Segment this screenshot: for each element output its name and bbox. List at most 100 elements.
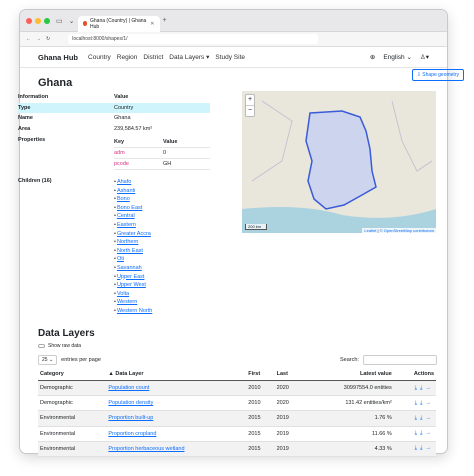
col-latest-value[interactable]: Latest value: [302, 368, 394, 381]
row-actions[interactable]: ⤓⤓→: [393, 441, 436, 457]
cell-category: Demographic: [38, 380, 107, 397]
osm-link[interactable]: © OpenStreetMap contributors: [380, 228, 434, 233]
data-layers-title: Data Layers: [38, 328, 95, 339]
nav-region[interactable]: Region: [117, 54, 138, 61]
url-field[interactable]: localhost:8000/shapes/1/: [68, 34, 319, 44]
col-actions: Actions: [393, 368, 436, 381]
value-header: Value: [114, 94, 129, 101]
cell-latest-value: 1.76 %: [302, 410, 394, 427]
nav-data-layers-label: Data Layers: [169, 54, 205, 61]
raw-data-switch[interactable]: [38, 344, 45, 348]
prop-key-header: Key: [114, 136, 164, 148]
language-label: English: [383, 54, 405, 61]
cell-layer-link[interactable]: Population density: [106, 395, 247, 412]
row-actions[interactable]: ⤓⤓→: [393, 380, 436, 397]
col-category[interactable]: Category: [38, 368, 107, 381]
cell-first: 2015: [246, 441, 275, 457]
cell-layer-link[interactable]: Proportion cropland: [106, 426, 247, 442]
nav-study-site[interactable]: Study Site: [215, 54, 245, 61]
row-actions[interactable]: ⤓⤓→: [393, 395, 436, 412]
zoom-out-button[interactable]: −: [246, 106, 254, 116]
minimize-window-icon[interactable]: [35, 17, 41, 24]
tab-list-icon[interactable]: ⌄: [69, 17, 75, 25]
sidebar-toggle-icon[interactable]: ▭: [56, 17, 63, 25]
cell-first: 2015: [246, 426, 275, 442]
child-link[interactable]: Ahafo: [114, 178, 210, 187]
favicon-icon: [82, 21, 87, 26]
info-table: Information Value Type Country Name Ghana A…: [18, 92, 210, 318]
prop-key: pcode: [114, 158, 164, 170]
nav-district[interactable]: District: [143, 54, 163, 61]
info-header: Information: [18, 94, 49, 101]
page-size-select[interactable]: 25 ⌄: [38, 355, 58, 365]
maximize-window-icon[interactable]: [44, 17, 50, 24]
child-link[interactable]: Central: [114, 212, 210, 221]
cell-layer-link[interactable]: Population count: [106, 380, 247, 397]
col-last[interactable]: Last: [274, 368, 303, 381]
info-value: Country: [114, 102, 210, 114]
cell-latest-value: 4.33 %: [302, 441, 394, 457]
nav-data-layers[interactable]: Data Layers ▾: [169, 53, 209, 61]
cell-first: 2015: [246, 410, 275, 427]
address-bar-row: ← → ↻ localhost:8000/shapes/1/: [20, 32, 447, 47]
data-layers-table: Category ▲ Data Layer First Last Latest …: [38, 368, 436, 457]
cell-latest-value: 30997554.0 entities: [302, 380, 394, 397]
raw-data-toggle-row: Show raw data: [38, 343, 81, 349]
cell-last: 2019: [274, 441, 303, 457]
child-link[interactable]: Northern: [114, 238, 210, 247]
site-navbar: Ghana Hub Country Region District Data L…: [20, 47, 447, 68]
properties-label: Properties: [18, 136, 46, 143]
browser-titlebar: ▭ ⌄ Ghana (Country) | Ghana Hub ✕ +: [20, 10, 447, 32]
table-row: Environmental Proportion cropland 2015 2…: [38, 426, 436, 442]
child-link[interactable]: Volta: [114, 290, 210, 299]
row-actions[interactable]: ⤓⤓→: [393, 426, 436, 442]
child-link[interactable]: Greater Accra: [114, 230, 210, 239]
back-icon[interactable]: ←: [26, 36, 31, 42]
shape-geometry-button[interactable]: ⇩ Shape geometry: [411, 69, 464, 81]
row-actions[interactable]: ⤓⤓→: [393, 410, 436, 427]
table-row: Demographic Population density 2010 2020…: [38, 395, 436, 412]
new-tab-icon[interactable]: +: [163, 17, 167, 24]
tab-title: Ghana (Country) | Ghana Hub: [90, 17, 147, 30]
forward-icon[interactable]: →: [36, 36, 41, 42]
map-scale: 200 km: [245, 224, 267, 230]
reload-icon[interactable]: ↻: [46, 36, 50, 42]
child-link[interactable]: Western North: [114, 307, 210, 316]
search-input[interactable]: [362, 355, 437, 365]
cell-last: 2019: [274, 410, 303, 427]
cell-latest-value: 11.66 %: [302, 426, 394, 442]
col-data-layer[interactable]: ▲ Data Layer: [106, 368, 247, 381]
language-select[interactable]: English ⌄: [383, 53, 412, 61]
child-link[interactable]: North East: [114, 247, 210, 256]
prop-value: 0: [163, 147, 210, 159]
child-link[interactable]: Oti: [114, 255, 210, 264]
map-canvas[interactable]: [242, 91, 436, 233]
child-link[interactable]: Upper West: [114, 281, 210, 290]
close-window-icon[interactable]: [26, 17, 32, 24]
prop-value-header: Value: [163, 136, 210, 148]
leaflet-link[interactable]: Leaflet: [364, 228, 376, 233]
child-link[interactable]: Upper East: [114, 273, 210, 282]
child-link[interactable]: Ashanti: [114, 187, 210, 196]
entries-label: entries per page: [61, 357, 101, 363]
globe-icon: ⊕: [369, 54, 376, 61]
child-link[interactable]: Eastern: [114, 221, 210, 230]
browser-tab[interactable]: Ghana (Country) | Ghana Hub ✕: [77, 15, 160, 32]
child-link[interactable]: Western: [114, 298, 210, 307]
info-key: Name: [18, 115, 33, 122]
zoom-in-button[interactable]: +: [246, 95, 254, 106]
child-link[interactable]: Bono East: [114, 204, 210, 213]
cell-layer-link[interactable]: Proportion herbaceous wetland: [106, 441, 247, 457]
cell-layer-link[interactable]: Proportion built-up: [106, 410, 247, 427]
nav-country[interactable]: Country: [88, 54, 111, 61]
child-link[interactable]: Savannah: [114, 264, 210, 273]
table-row: Environmental Proportion herbaceous wetl…: [38, 441, 436, 457]
col-first[interactable]: First: [246, 368, 275, 381]
site-brand[interactable]: Ghana Hub: [38, 53, 78, 62]
child-link[interactable]: Bono: [114, 195, 210, 204]
user-menu-icon[interactable]: ♙▾: [420, 53, 429, 61]
map-view[interactable]: + − 200 km Leaflet | © OpenStreetMap con…: [242, 91, 436, 233]
tab-close-icon[interactable]: ✕: [150, 21, 154, 27]
search-label: Search:: [340, 357, 359, 363]
zoom-control: + −: [245, 94, 255, 117]
